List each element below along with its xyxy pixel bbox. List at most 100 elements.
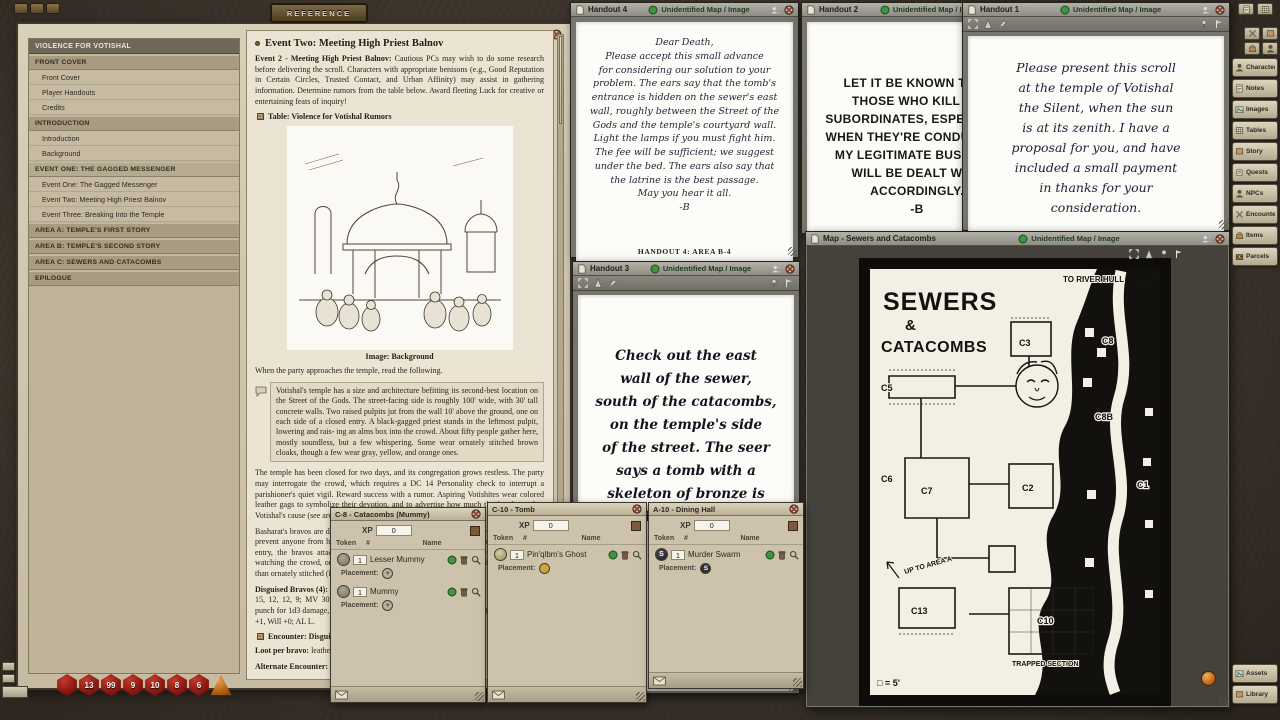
resize-grip[interactable] [1219, 697, 1228, 706]
radial-menu-icon[interactable] [789, 504, 799, 514]
placement-token[interactable]: S [700, 563, 711, 574]
window-titlebar[interactable]: C-8 - Catacombs (Mummy) [331, 508, 485, 521]
die-d20[interactable]: 10 [144, 674, 166, 696]
radial-menu-icon[interactable] [784, 5, 794, 15]
window-control-button-3[interactable] [46, 3, 60, 14]
reference-nameplate[interactable]: REFERENCE [270, 3, 368, 23]
toc-item[interactable]: Front Cover [29, 70, 239, 85]
npc-count-input[interactable]: 1 [353, 555, 367, 565]
window-titlebar[interactable]: Handout 1Unidentified Map / Image [963, 3, 1229, 17]
share-button[interactable] [492, 690, 505, 700]
npc-count-input[interactable]: 1 [353, 587, 367, 597]
die-d20[interactable]: 99 [100, 674, 122, 696]
placement-token[interactable]: + [382, 568, 393, 579]
delete-npc-icon[interactable] [777, 550, 787, 560]
draw-tool-icon[interactable] [998, 19, 1008, 29]
maximize-icon[interactable] [1129, 249, 1139, 259]
shortcut-button-2[interactable] [1262, 27, 1278, 40]
pointer-tool-icon[interactable] [983, 19, 993, 29]
shortcut-button-3[interactable] [1244, 42, 1260, 55]
toc-header[interactable]: EVENT ONE: THE GAGGED MESSENGER [29, 162, 239, 177]
open-npc-icon[interactable] [632, 550, 642, 560]
die-d20[interactable]: 8 [166, 674, 188, 696]
flag-icon[interactable] [1214, 19, 1224, 29]
scrollbar-thumb[interactable] [559, 36, 562, 124]
delete-npc-icon[interactable] [459, 555, 469, 565]
window-titlebar[interactable]: Map - Sewers and CatacombsUnidentified M… [806, 232, 1229, 246]
npc-count-input[interactable]: 1 [510, 550, 524, 560]
sidebar-button-items[interactable]: Items [1232, 226, 1278, 245]
corner-button-2[interactable] [1257, 3, 1273, 15]
sidebar-button-library[interactable]: Library [1232, 685, 1278, 704]
npc-count-input[interactable]: 1 [671, 550, 685, 560]
toc-item[interactable]: Player Handouts [29, 85, 239, 100]
placement-token[interactable] [539, 563, 550, 574]
xp-input[interactable]: 0 [533, 520, 569, 531]
id-button[interactable] [470, 526, 480, 536]
window-control-button-2[interactable] [30, 3, 44, 14]
maximize-icon[interactable] [968, 19, 978, 29]
sidebar-button-images[interactable]: Images [1232, 100, 1278, 119]
toc-item[interactable]: Background [29, 146, 239, 161]
npc-link-icon[interactable] [447, 587, 457, 597]
window-titlebar[interactable]: Handout 3Unidentified Map / Image [573, 262, 799, 276]
die-d4[interactable] [210, 674, 232, 696]
window-control-button-1[interactable] [14, 3, 28, 14]
resize-grip[interactable] [793, 678, 802, 687]
toc-header[interactable]: AREA B: TEMPLE'S SECOND STORY [29, 239, 239, 254]
toc-header[interactable]: VIOLENCE FOR VOTISHAL [29, 39, 239, 54]
radial-menu-icon[interactable] [1215, 5, 1225, 15]
id-button[interactable] [631, 521, 641, 531]
flag-icon[interactable] [1174, 249, 1184, 259]
radial-menu-icon[interactable] [785, 264, 795, 274]
sidebar-button-characters[interactable]: Characters [1232, 58, 1278, 77]
shortcut-button-1[interactable] [1244, 27, 1260, 40]
players-visibility-icon[interactable] [1202, 5, 1212, 15]
die-d20[interactable]: 9 [122, 674, 144, 696]
xp-input[interactable]: 0 [694, 520, 730, 531]
delete-npc-icon[interactable] [620, 550, 630, 560]
chat-modifier-box[interactable] [2, 686, 28, 698]
sidebar-button-quests[interactable]: Quests [1232, 163, 1278, 182]
die-d20[interactable]: 13 [78, 674, 100, 696]
sidebar-button-tables[interactable]: Tables [1232, 121, 1278, 140]
toc-header[interactable]: AREA A: TEMPLE'S FIRST STORY [29, 223, 239, 238]
resize-grip[interactable] [475, 692, 484, 701]
resize-grip[interactable] [636, 692, 645, 701]
toc-header[interactable]: EPILOGUE [29, 271, 239, 286]
window-titlebar[interactable]: Handout 4Unidentified Map / Image [571, 3, 798, 17]
story-image[interactable] [287, 126, 513, 350]
radial-menu-icon[interactable] [632, 504, 642, 514]
sidebar-button-npcs[interactable]: NPCs [1232, 184, 1278, 203]
toc-item[interactable]: Credits [29, 100, 239, 115]
toc-item[interactable]: Event One: The Gagged Messenger [29, 177, 239, 192]
draw-tool-icon[interactable] [608, 278, 618, 288]
sidebar-button-notes[interactable]: Notes [1232, 79, 1278, 98]
maximize-icon[interactable] [578, 278, 588, 288]
toc-item[interactable]: Introduction [29, 131, 239, 146]
pin-icon[interactable] [769, 278, 779, 288]
npc-token[interactable] [494, 548, 507, 561]
pointer-tool-icon[interactable] [593, 278, 603, 288]
sidebar-button-story[interactable]: Story [1232, 142, 1278, 161]
dock-button-1[interactable] [2, 662, 15, 671]
players-visibility-icon[interactable] [772, 264, 782, 274]
radial-menu-icon[interactable] [471, 509, 481, 519]
placement-token[interactable]: + [382, 600, 393, 611]
dock-button-2[interactable] [2, 674, 15, 683]
toc-item[interactable]: Event Three: Breaking Into the Temple [29, 207, 239, 222]
radial-menu-icon[interactable] [1215, 234, 1225, 244]
toc-header[interactable]: AREA C: SEWERS AND CATACOMBS [29, 255, 239, 270]
share-button[interactable] [653, 676, 666, 686]
resize-grip[interactable] [1219, 220, 1228, 229]
corner-button-1[interactable] [1238, 3, 1254, 15]
resize-grip[interactable] [788, 247, 797, 256]
die-d20[interactable] [56, 674, 78, 696]
die-d20[interactable]: 6 [188, 674, 210, 696]
xp-input[interactable]: 0 [376, 525, 412, 536]
shortcut-button-4[interactable] [1262, 42, 1278, 55]
toc-item[interactable]: Event Two: Meeting High Priest Balnov [29, 192, 239, 207]
sidebar-button-assets[interactable]: Assets [1232, 664, 1278, 683]
npc-token[interactable]: S [655, 548, 668, 561]
toc-header[interactable]: FRONT COVER [29, 55, 239, 70]
